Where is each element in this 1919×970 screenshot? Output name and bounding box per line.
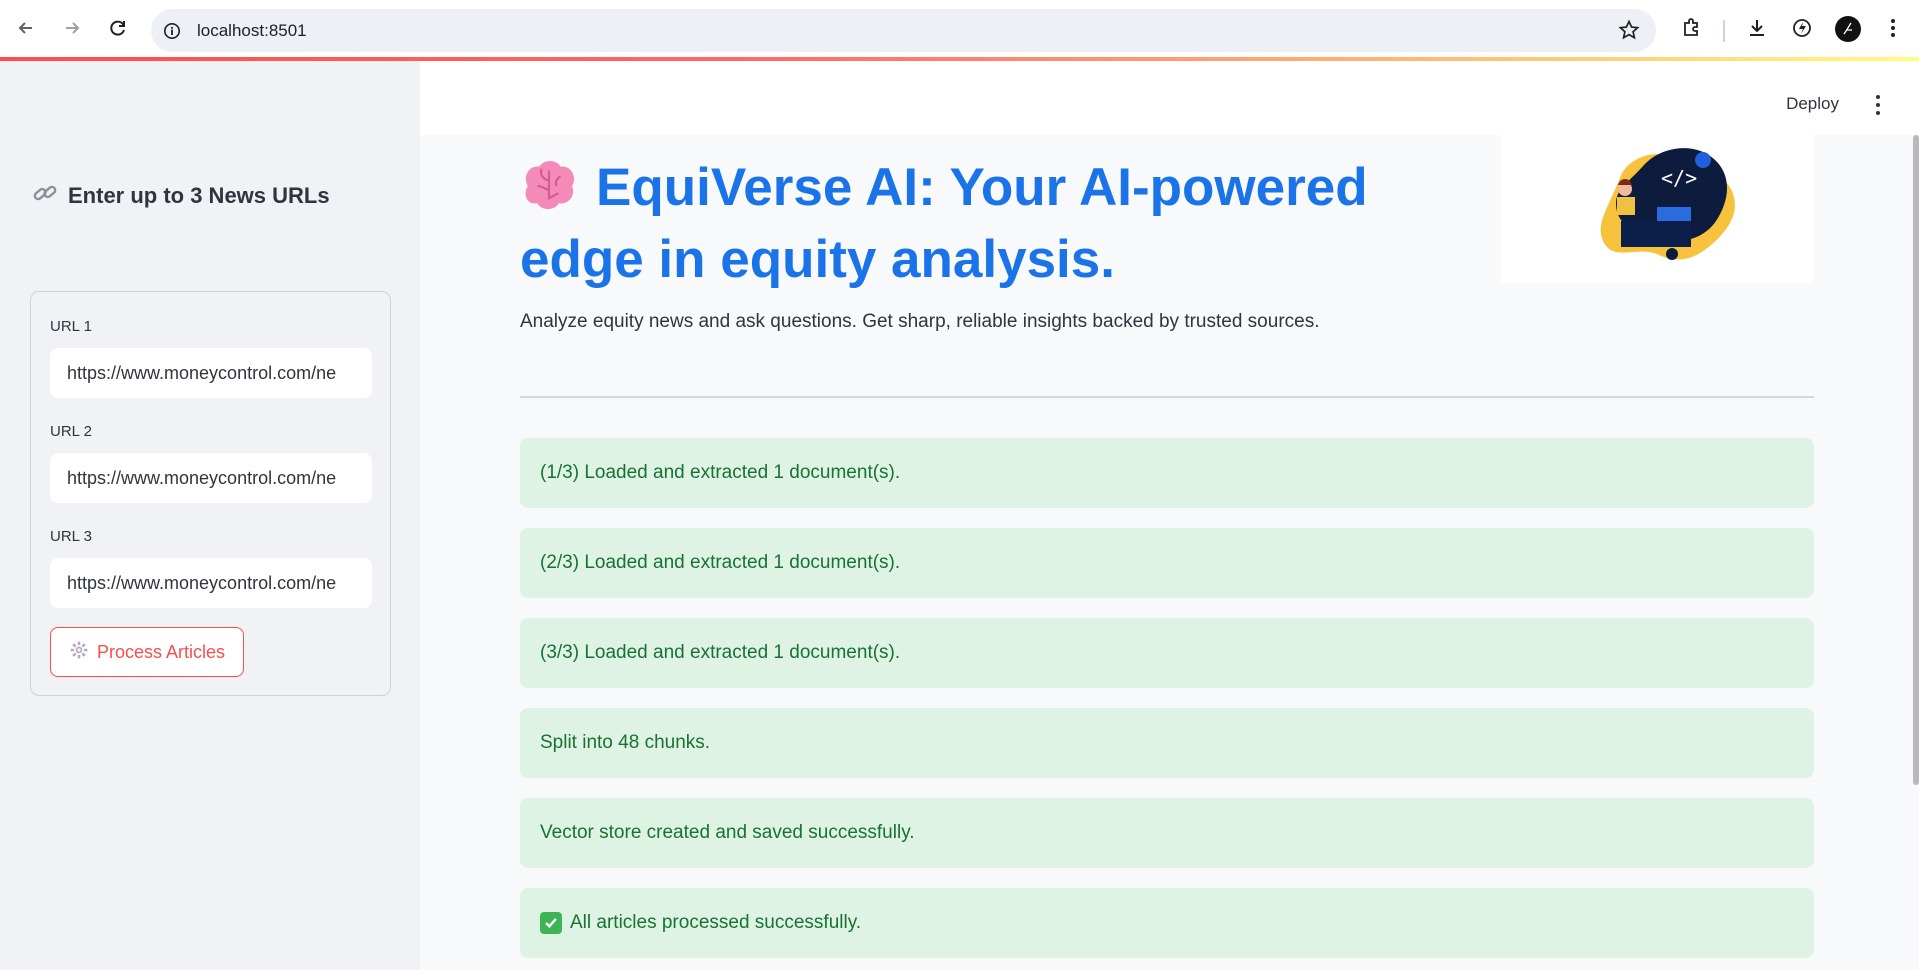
performance-icon[interactable] xyxy=(1788,14,1816,42)
brain-icon xyxy=(520,161,578,227)
status-message: (3/3) Loaded and extracted 1 document(s)… xyxy=(520,618,1814,688)
main-scrollbar[interactable] xyxy=(1913,135,1919,785)
svg-text:</>: </> xyxy=(1661,166,1697,190)
back-icon[interactable] xyxy=(10,12,42,44)
title-text: EquiVerse AI: Your AI-powered edge in eq… xyxy=(520,158,1368,289)
status-message-text: (1/3) Loaded and extracted 1 document(s)… xyxy=(540,462,901,483)
forward-icon[interactable] xyxy=(56,12,88,44)
process-articles-label: Process Articles xyxy=(96,641,226,662)
gear-icon xyxy=(69,640,89,665)
reload-icon[interactable] xyxy=(102,12,134,44)
status-message: (2/3) Loaded and extracted 1 document(s)… xyxy=(520,528,1814,598)
url-form: URL 1 https://www.moneycontrol.com/ne UR… xyxy=(30,291,391,696)
url-2-label: URL 2 xyxy=(50,423,92,440)
url-1-label: URL 1 xyxy=(50,318,92,335)
status-message-text: (2/3) Loaded and extracted 1 document(s)… xyxy=(540,552,901,573)
section-divider xyxy=(520,396,1814,398)
bookmark-star-icon[interactable] xyxy=(1618,19,1640,41)
url-3-label: URL 3 xyxy=(50,528,92,545)
site-info-icon[interactable] xyxy=(161,20,183,42)
deploy-button[interactable]: Deploy xyxy=(1786,94,1839,114)
status-message: (1/3) Loaded and extracted 1 document(s)… xyxy=(520,438,1814,508)
browser-menu-icon[interactable] xyxy=(1879,14,1907,42)
page-title: EquiVerse AI: Your AI-powered edge in eq… xyxy=(520,155,1480,293)
checkmark-icon xyxy=(540,912,562,934)
status-message: Split into 48 chunks. xyxy=(520,708,1814,778)
hero-illustration: </> xyxy=(1501,135,1814,283)
extensions-icon[interactable] xyxy=(1677,14,1705,42)
app-menu-icon[interactable] xyxy=(1875,95,1881,115)
process-articles-button[interactable]: Process Articles xyxy=(50,627,244,677)
page-subtitle: Analyze equity news and ask questions. G… xyxy=(520,311,1320,332)
status-message: Vector store created and saved successfu… xyxy=(520,798,1814,868)
download-icon[interactable] xyxy=(1743,14,1771,42)
url-1-input[interactable]: https://www.moneycontrol.com/ne xyxy=(50,348,372,398)
profile-avatar[interactable] xyxy=(1835,16,1861,42)
browser-toolbar: localhost:8501 xyxy=(0,0,1919,57)
status-message-text: Vector store created and saved successfu… xyxy=(540,822,915,843)
sidebar-title: Enter up to 3 News URLs xyxy=(68,183,330,208)
address-url: localhost:8501 xyxy=(197,20,307,40)
link-icon xyxy=(32,180,58,212)
status-message-text: Split into 48 chunks. xyxy=(540,732,711,753)
url-3-input[interactable]: https://www.moneycontrol.com/ne xyxy=(50,558,372,608)
address-bar[interactable]: localhost:8501 xyxy=(151,9,1656,52)
main-content: Deploy </> EquiVerse AI: Your AI-powered… xyxy=(420,61,1919,970)
sidebar-heading: Enter up to 3 News URLs xyxy=(32,180,330,212)
app-header: Deploy xyxy=(420,61,1919,135)
url-2-input[interactable]: https://www.moneycontrol.com/ne xyxy=(50,453,372,503)
success-message-text: All articles processed successfully. xyxy=(570,912,862,933)
sidebar: Enter up to 3 News URLs URL 1 https://ww… xyxy=(0,61,420,970)
toolbar-divider xyxy=(1723,20,1725,42)
status-message-text: (3/3) Loaded and extracted 1 document(s)… xyxy=(540,642,901,663)
success-message: All articles processed successfully. xyxy=(520,888,1814,958)
